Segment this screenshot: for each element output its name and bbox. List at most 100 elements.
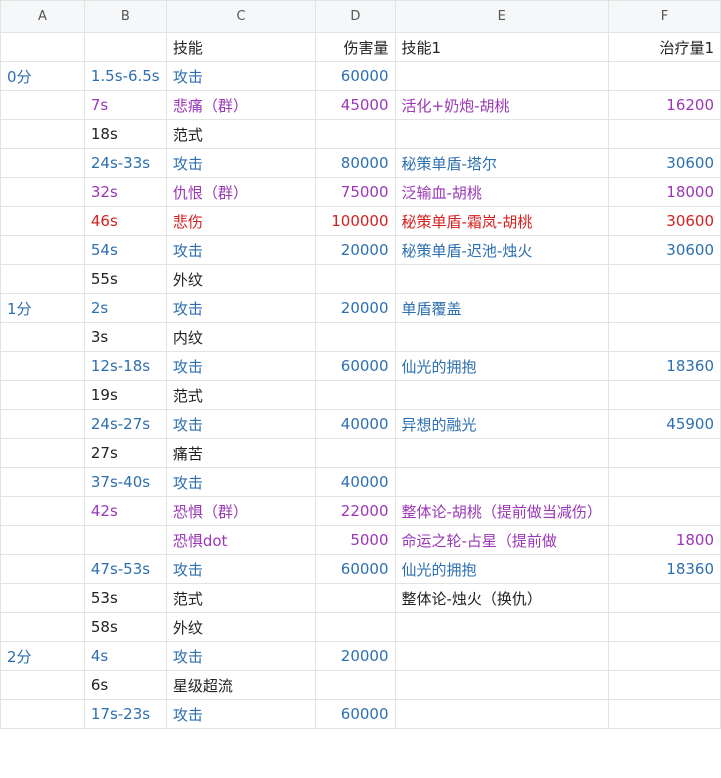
cell-a[interactable]: 0分	[0, 61, 85, 91]
cell-c[interactable]: 攻击	[165, 293, 317, 323]
cell-d[interactable]: 45000	[315, 90, 396, 120]
cell-b[interactable]: 37s-40s	[83, 467, 167, 497]
cell-f[interactable]: 30600	[607, 148, 721, 178]
cell-e[interactable]	[394, 438, 609, 468]
cell-f[interactable]: 30600	[607, 235, 721, 265]
cell-b[interactable]: 32s	[83, 177, 167, 207]
cell-c[interactable]: 悲痛（群）	[165, 90, 317, 120]
cell-f[interactable]	[607, 641, 721, 671]
cell-f[interactable]: 1800	[607, 525, 721, 555]
column-header-d[interactable]: D	[315, 0, 396, 33]
cell-e[interactable]: 仙光的拥抱	[394, 554, 609, 584]
cell-d[interactable]	[315, 438, 396, 468]
cell-e[interactable]	[394, 670, 609, 700]
cell-e[interactable]: 秘策单盾-霜岚-胡桃	[394, 206, 609, 236]
cell-b[interactable]: 53s	[83, 583, 167, 613]
cell-a[interactable]	[0, 699, 85, 729]
cell-c[interactable]: 攻击	[165, 554, 317, 584]
cell-a[interactable]	[0, 264, 85, 294]
cell-a[interactable]: 1分	[0, 293, 85, 323]
cell-b[interactable]: 6s	[83, 670, 167, 700]
cell-d[interactable]	[315, 583, 396, 613]
cell-f[interactable]	[607, 612, 721, 642]
cell-d[interactable]: 22000	[315, 496, 396, 526]
cell-f[interactable]	[607, 119, 721, 149]
cell-b[interactable]: 1.5s-6.5s	[83, 61, 167, 91]
cell-a[interactable]	[0, 322, 85, 352]
cell-b[interactable]: 18s	[83, 119, 167, 149]
cell-d[interactable]	[315, 380, 396, 410]
cell-f[interactable]	[607, 670, 721, 700]
cell-c[interactable]: 仇恨（群）	[165, 177, 317, 207]
cell-b[interactable]: 54s	[83, 235, 167, 265]
column-header-a[interactable]: A	[0, 0, 85, 33]
cell-b[interactable]	[83, 525, 167, 555]
cell-d[interactable]: 伤害量	[315, 32, 396, 62]
cell-d[interactable]	[315, 119, 396, 149]
cell-c[interactable]: 攻击	[165, 351, 317, 381]
cell-e[interactable]: 活化+奶炮-胡桃	[394, 90, 609, 120]
column-header-c[interactable]: C	[165, 0, 317, 33]
cell-f[interactable]	[607, 322, 721, 352]
cell-a[interactable]	[0, 409, 85, 439]
cell-c[interactable]: 恐惧dot	[165, 525, 317, 555]
cell-c[interactable]: 悲伤	[165, 206, 317, 236]
cell-b[interactable]: 58s	[83, 612, 167, 642]
cell-e[interactable]: 命运之轮-占星（提前做	[394, 525, 609, 555]
cell-f[interactable]	[607, 438, 721, 468]
cell-f[interactable]	[607, 293, 721, 323]
cell-a[interactable]	[0, 206, 85, 236]
cell-a[interactable]	[0, 525, 85, 555]
cell-c[interactable]: 攻击	[165, 467, 317, 497]
cell-e[interactable]: 仙光的拥抱	[394, 351, 609, 381]
cell-e[interactable]	[394, 119, 609, 149]
cell-c[interactable]: 恐惧（群）	[165, 496, 317, 526]
cell-e[interactable]: 异想的融光	[394, 409, 609, 439]
cell-c[interactable]: 范式	[165, 119, 317, 149]
cell-d[interactable]: 100000	[315, 206, 396, 236]
cell-f[interactable]	[607, 264, 721, 294]
cell-d[interactable]: 80000	[315, 148, 396, 178]
cell-d[interactable]: 60000	[315, 554, 396, 584]
cell-e[interactable]	[394, 612, 609, 642]
cell-a[interactable]	[0, 670, 85, 700]
cell-c[interactable]: 外纹	[165, 264, 317, 294]
cell-d[interactable]	[315, 612, 396, 642]
cell-b[interactable]: 7s	[83, 90, 167, 120]
cell-b[interactable]: 55s	[83, 264, 167, 294]
cell-d[interactable]: 60000	[315, 351, 396, 381]
cell-b[interactable]: 12s-18s	[83, 351, 167, 381]
cell-a[interactable]	[0, 351, 85, 381]
column-header-f[interactable]: F	[607, 0, 721, 33]
cell-f[interactable]: 18000	[607, 177, 721, 207]
column-header-b[interactable]: B	[83, 0, 167, 33]
cell-a[interactable]	[0, 583, 85, 613]
cell-d[interactable]	[315, 322, 396, 352]
cell-e[interactable]	[394, 699, 609, 729]
cell-e[interactable]: 秘策单盾-迟池-烛火	[394, 235, 609, 265]
cell-c[interactable]: 攻击	[165, 148, 317, 178]
cell-b[interactable]: 42s	[83, 496, 167, 526]
cell-c[interactable]: 攻击	[165, 409, 317, 439]
cell-a[interactable]	[0, 467, 85, 497]
cell-a[interactable]	[0, 496, 85, 526]
cell-b[interactable]: 3s	[83, 322, 167, 352]
cell-e[interactable]: 技能1	[394, 32, 609, 62]
cell-d[interactable]: 60000	[315, 61, 396, 91]
cell-c[interactable]: 攻击	[165, 699, 317, 729]
cell-a[interactable]	[0, 90, 85, 120]
cell-e[interactable]	[394, 264, 609, 294]
cell-d[interactable]: 20000	[315, 641, 396, 671]
cell-e[interactable]: 秘策单盾-塔尔	[394, 148, 609, 178]
cell-c[interactable]: 外纹	[165, 612, 317, 642]
cell-c[interactable]: 范式	[165, 583, 317, 613]
cell-a[interactable]	[0, 235, 85, 265]
cell-f[interactable]: 18360	[607, 351, 721, 381]
cell-a[interactable]	[0, 612, 85, 642]
cell-d[interactable]: 75000	[315, 177, 396, 207]
cell-f[interactable]	[607, 583, 721, 613]
cell-d[interactable]: 60000	[315, 699, 396, 729]
cell-d[interactable]	[315, 264, 396, 294]
cell-b[interactable]: 24s-33s	[83, 148, 167, 178]
cell-e[interactable]	[394, 467, 609, 497]
